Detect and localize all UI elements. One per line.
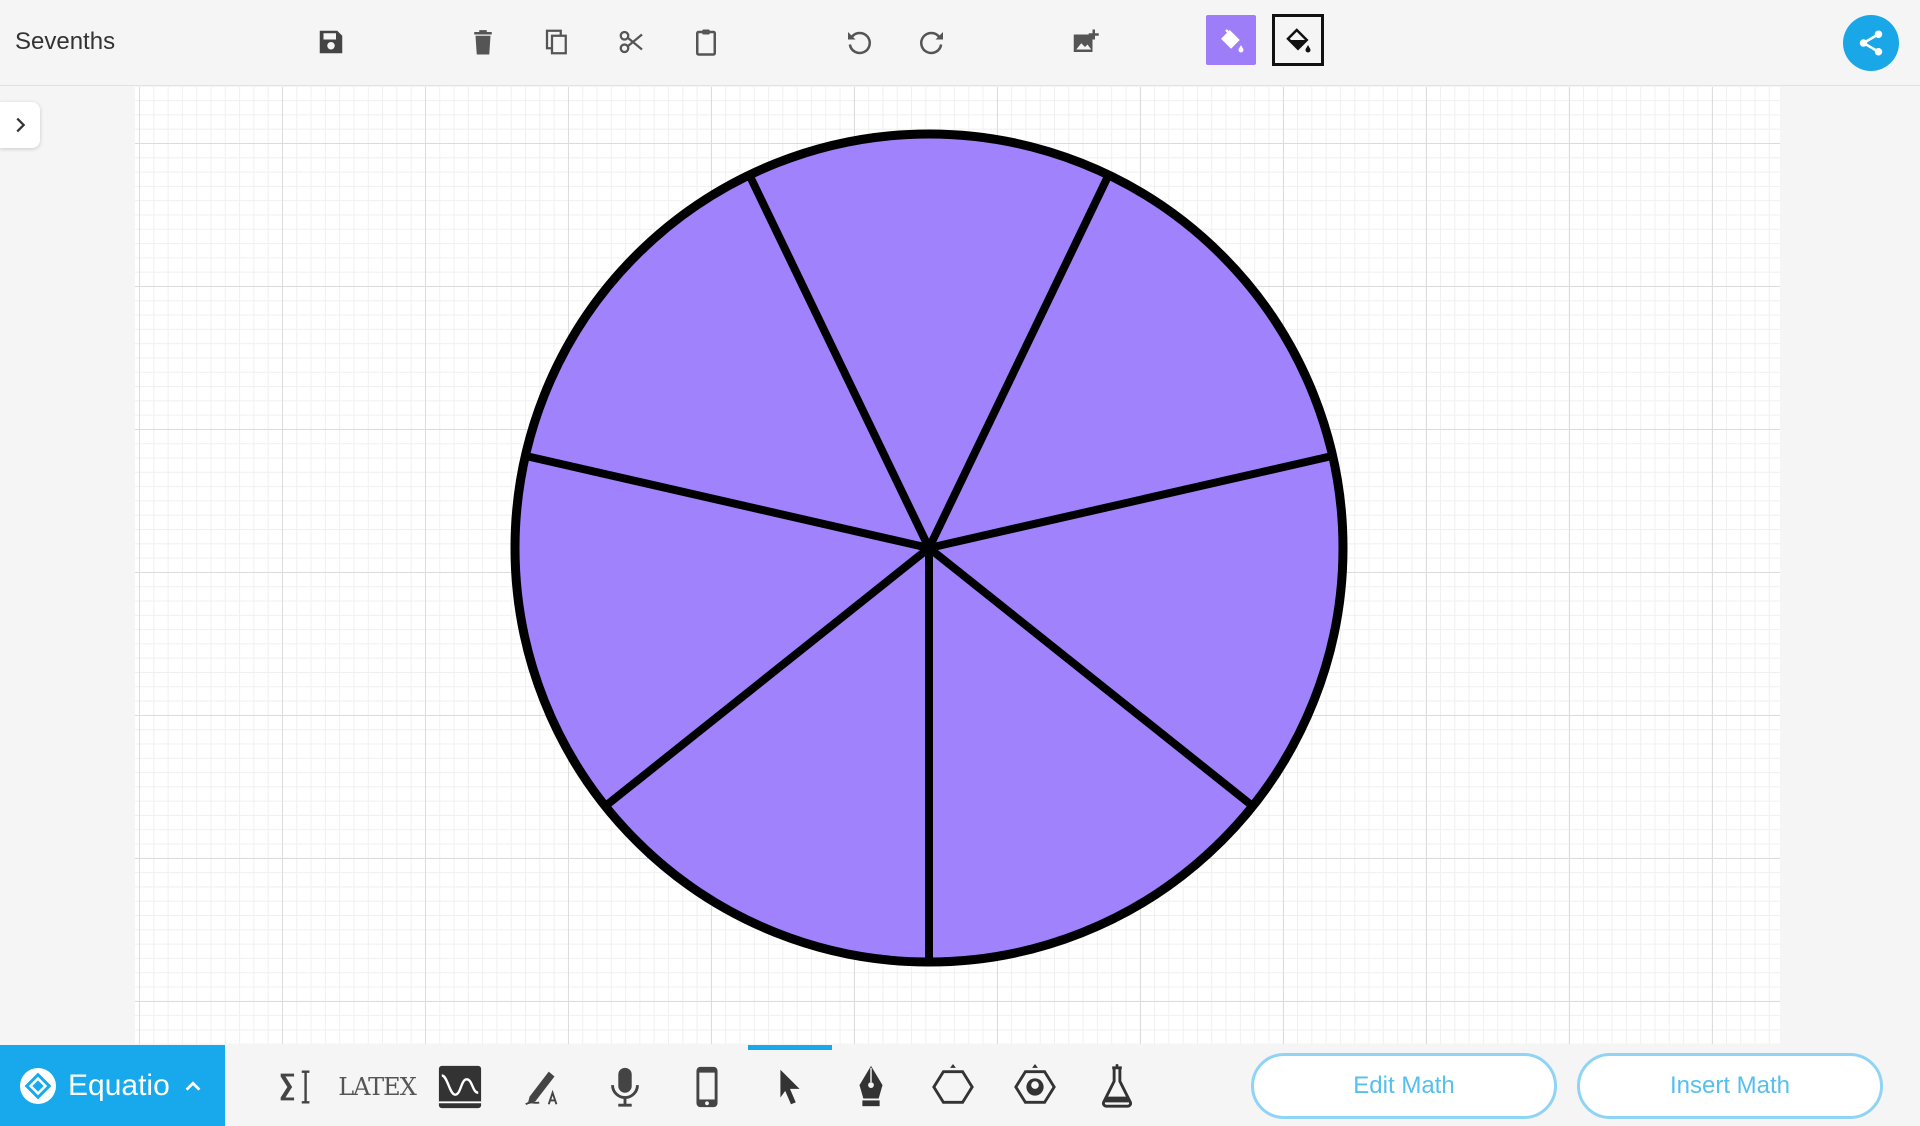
chemistry-tool[interactable]	[1089, 1060, 1145, 1114]
insert-math-button[interactable]: Insert Math	[1577, 1053, 1883, 1119]
save-button[interactable]	[307, 18, 355, 66]
drawing-canvas[interactable]	[135, 87, 1780, 1044]
delete-button[interactable]	[459, 18, 507, 66]
add-image-button[interactable]	[1061, 18, 1109, 66]
paint-bucket-outline-icon	[1286, 28, 1311, 53]
pen-nib-icon	[859, 1065, 883, 1107]
shape-tool[interactable]	[925, 1060, 981, 1114]
copy-icon	[545, 29, 567, 55]
cursor-icon	[780, 1069, 800, 1105]
undo-icon	[848, 31, 871, 55]
graph-tool[interactable]	[432, 1060, 488, 1114]
paint-bucket-icon	[1221, 29, 1244, 53]
graph-icon	[438, 1065, 482, 1109]
sidebar-toggle-button[interactable]	[0, 102, 40, 148]
clipboard-icon	[696, 29, 716, 56]
equatio-menu-button[interactable]: Equatio	[0, 1045, 225, 1126]
redo-icon	[920, 31, 943, 55]
trash-icon	[474, 30, 492, 55]
document-title[interactable]: Sevenths	[15, 28, 115, 56]
latex-icon: LATEX	[338, 1073, 417, 1101]
active-tool-indicator	[748, 1045, 832, 1050]
phone-icon	[696, 1066, 718, 1108]
math-input-tool[interactable]	[268, 1060, 324, 1114]
fill-color-button[interactable]	[1206, 15, 1256, 65]
paste-button[interactable]	[682, 18, 730, 66]
undo-button[interactable]	[834, 18, 882, 66]
chevron-right-icon	[16, 117, 26, 133]
save-icon	[319, 30, 343, 54]
pen-write-icon	[525, 1071, 558, 1106]
add-image-icon	[1073, 29, 1099, 52]
hexagon-icon	[932, 1064, 974, 1104]
chevron-up-icon	[185, 1080, 201, 1091]
pen-tool[interactable]	[843, 1060, 899, 1114]
sigma-cursor-icon	[280, 1070, 310, 1104]
brand-name: Equatio	[68, 1068, 170, 1102]
scissors-icon	[619, 30, 643, 54]
handwriting-tool[interactable]	[515, 1060, 571, 1114]
redo-button[interactable]	[909, 18, 957, 66]
stamp-icon	[1014, 1064, 1056, 1104]
equatio-logo-icon	[20, 1067, 56, 1104]
top-toolbar: Sevenths	[0, 0, 1920, 86]
select-tool[interactable]	[762, 1060, 818, 1114]
microphone-icon	[611, 1067, 639, 1107]
speech-input-tool[interactable]	[597, 1060, 653, 1114]
share-button[interactable]	[1843, 15, 1899, 71]
mobile-tool[interactable]	[679, 1060, 735, 1114]
latex-tool[interactable]: LATEX	[338, 1060, 417, 1114]
share-icon	[1859, 30, 1883, 56]
bottom-toolbar: Equatio LATEX Edit Math Insert Math	[0, 1045, 1920, 1126]
copy-button[interactable]	[533, 18, 581, 66]
stamp-tool[interactable]	[1007, 1060, 1063, 1114]
cut-button[interactable]	[608, 18, 656, 66]
fill-outline-button[interactable]	[1272, 14, 1324, 66]
edit-math-button[interactable]: Edit Math	[1251, 1053, 1557, 1119]
flask-icon	[1101, 1064, 1133, 1108]
